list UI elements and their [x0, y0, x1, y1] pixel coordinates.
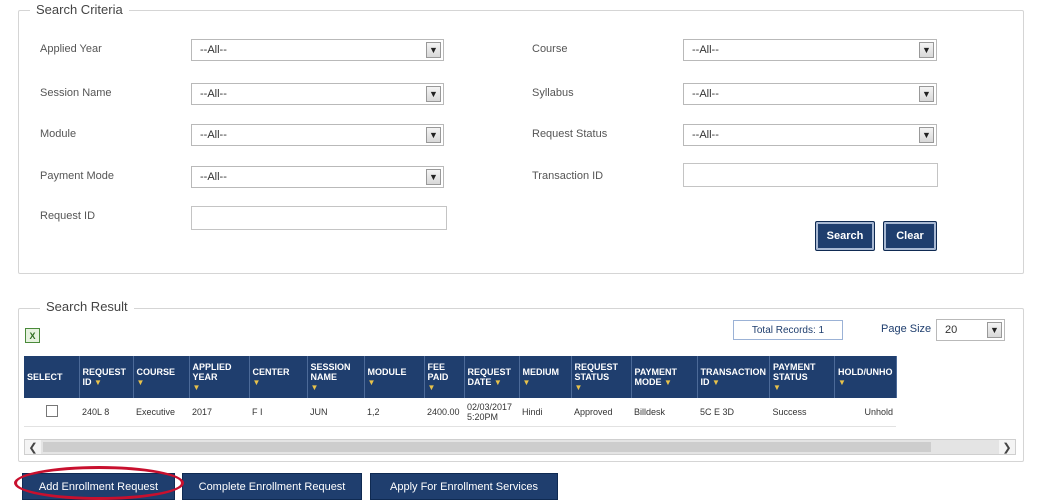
- search-result-legend: Search Result: [40, 299, 134, 314]
- column-header-select: SELECT: [24, 356, 80, 398]
- transaction-id-label: Transaction ID: [532, 170, 604, 182]
- page-size-label: Page Size: [881, 323, 932, 335]
- request-status-label: Request Status: [532, 128, 608, 140]
- cell-payment-status: Success: [769, 398, 835, 427]
- request-id-label: Request ID: [40, 210, 96, 222]
- cell-course: Executive: [133, 398, 189, 427]
- module-label: Module: [40, 128, 77, 140]
- chevron-down-icon[interactable]: ▼: [426, 127, 441, 143]
- cell-center: F I: [249, 398, 307, 427]
- sort-triangle-icon[interactable]: ▼: [838, 378, 846, 387]
- chevron-down-icon[interactable]: ▼: [919, 86, 934, 102]
- chevron-down-icon[interactable]: ▼: [426, 86, 441, 102]
- cell-hold[interactable]: Unhold: [834, 398, 896, 427]
- sort-triangle-icon[interactable]: ▼: [523, 378, 531, 387]
- column-header-fee-paid[interactable]: FEE PAID ▼: [424, 356, 465, 398]
- sort-triangle-icon[interactable]: ▼: [575, 383, 583, 392]
- sort-triangle-icon[interactable]: ▼: [94, 378, 102, 387]
- sort-triangle-icon[interactable]: ▼: [664, 378, 672, 387]
- sort-triangle-icon[interactable]: ▼: [193, 383, 201, 392]
- cell-session-name: JUN: [307, 398, 364, 427]
- chevron-down-icon[interactable]: ▼: [919, 42, 934, 58]
- payment-mode-select[interactable]: --All-- ▼: [191, 166, 444, 188]
- column-header-transaction-id[interactable]: TRANSACTION ID ▼: [697, 356, 770, 398]
- table-header-row: SELECT REQUEST ID ▼ COURSE ▼ APPLIED YEAR…: [24, 356, 897, 398]
- applied-year-select[interactable]: --All-- ▼: [191, 39, 444, 61]
- horizontal-scrollbar[interactable]: ❮ ❯: [24, 439, 1016, 455]
- column-header-course[interactable]: COURSE ▼: [133, 356, 190, 398]
- sort-triangle-icon[interactable]: ▼: [773, 383, 781, 392]
- chevron-down-icon[interactable]: ▼: [919, 127, 934, 143]
- session-name-value: --All--: [200, 88, 227, 100]
- syllabus-value: --All--: [692, 88, 719, 100]
- complete-enrollment-request-button[interactable]: Complete Enrollment Request: [182, 473, 362, 500]
- request-id-input[interactable]: [191, 206, 447, 230]
- scroll-left-icon[interactable]: ❮: [25, 440, 41, 454]
- excel-export-icon[interactable]: X: [25, 328, 40, 343]
- column-header-payment-status[interactable]: PAYMENT STATUS ▼: [769, 356, 835, 398]
- module-value: --All--: [200, 129, 227, 141]
- clear-button[interactable]: Clear: [883, 221, 937, 251]
- column-header-session-name[interactable]: SESSION NAME ▼: [307, 356, 365, 398]
- course-select[interactable]: --All-- ▼: [683, 39, 937, 61]
- cell-transaction-id: 5C E 3D: [697, 398, 770, 427]
- module-select[interactable]: --All-- ▼: [191, 124, 444, 146]
- column-header-request-status[interactable]: REQUEST STATUS ▼: [571, 356, 632, 398]
- column-header-applied-year[interactable]: APPLIED YEAR ▼: [189, 356, 250, 398]
- table-row: 240L 8 Executive 2017 F I JUN 1,2 2400.0…: [24, 398, 896, 427]
- sort-triangle-icon[interactable]: ▼: [253, 378, 261, 387]
- page-size-value: 20: [945, 324, 958, 336]
- row-select-checkbox[interactable]: [45, 404, 58, 417]
- cell-payment-mode: Billdesk: [631, 398, 697, 427]
- add-enrollment-request-button[interactable]: Add Enrollment Request: [22, 473, 175, 500]
- session-name-select[interactable]: --All-- ▼: [191, 83, 444, 105]
- column-header-payment-mode[interactable]: PAYMENT MODE ▼: [631, 356, 698, 398]
- chevron-down-icon[interactable]: ▼: [426, 42, 441, 58]
- total-records: Total Records: 1: [733, 320, 843, 340]
- scroll-right-icon[interactable]: ❯: [999, 440, 1015, 454]
- sort-triangle-icon[interactable]: ▼: [368, 378, 376, 387]
- sort-triangle-icon[interactable]: ▼: [712, 378, 720, 387]
- cell-request-status: Approved: [571, 398, 631, 427]
- course-value: --All--: [692, 44, 719, 56]
- syllabus-label: Syllabus: [532, 87, 574, 99]
- column-header-request-id[interactable]: REQUEST ID ▼: [79, 356, 134, 398]
- cell-applied-year: 2017: [189, 398, 249, 427]
- course-label: Course: [532, 43, 568, 55]
- chevron-down-icon[interactable]: ▼: [426, 169, 441, 185]
- column-header-request-date[interactable]: REQUEST DATE ▼: [464, 356, 520, 398]
- payment-mode-label: Payment Mode: [40, 170, 114, 182]
- sort-triangle-icon[interactable]: ▼: [428, 383, 436, 392]
- sort-triangle-icon[interactable]: ▼: [494, 378, 502, 387]
- applied-year-value: --All--: [200, 44, 227, 56]
- sort-triangle-icon[interactable]: ▼: [137, 378, 145, 387]
- search-button[interactable]: Search: [815, 221, 875, 251]
- cell-request-id: 240L 8: [79, 398, 133, 427]
- transaction-id-input[interactable]: [683, 163, 938, 187]
- row-select-cell: [24, 398, 79, 427]
- applied-year-label: Applied Year: [40, 43, 102, 55]
- syllabus-select[interactable]: --All-- ▼: [683, 83, 937, 105]
- column-header-center[interactable]: CENTER ▼: [249, 356, 308, 398]
- sort-triangle-icon[interactable]: ▼: [311, 383, 319, 392]
- results-table: SELECT REQUEST ID ▼ COURSE ▼ APPLIED YEAR…: [24, 356, 897, 427]
- cell-fee-paid: 2400.00: [424, 398, 464, 427]
- chevron-down-icon[interactable]: ▼: [987, 322, 1002, 338]
- request-status-select[interactable]: --All-- ▼: [683, 124, 937, 146]
- column-header-module[interactable]: MODULE ▼: [364, 356, 425, 398]
- column-header-medium[interactable]: MEDIUM ▼: [519, 356, 572, 398]
- scrollbar-thumb[interactable]: [43, 442, 931, 452]
- cell-medium: Hindi: [519, 398, 571, 427]
- search-criteria-legend: Search Criteria: [30, 2, 129, 17]
- session-name-label: Session Name: [40, 87, 112, 99]
- cell-request-date: 02/03/2017 5:20PM: [464, 398, 519, 427]
- payment-mode-value: --All--: [200, 171, 227, 183]
- apply-enrollment-services-button[interactable]: Apply For Enrollment Services: [370, 473, 558, 500]
- page-size-select[interactable]: 20 ▼: [936, 319, 1005, 341]
- column-header-hold[interactable]: HOLD/UNHO ▼: [834, 356, 897, 398]
- request-status-value: --All--: [692, 129, 719, 141]
- cell-module: 1,2: [364, 398, 424, 427]
